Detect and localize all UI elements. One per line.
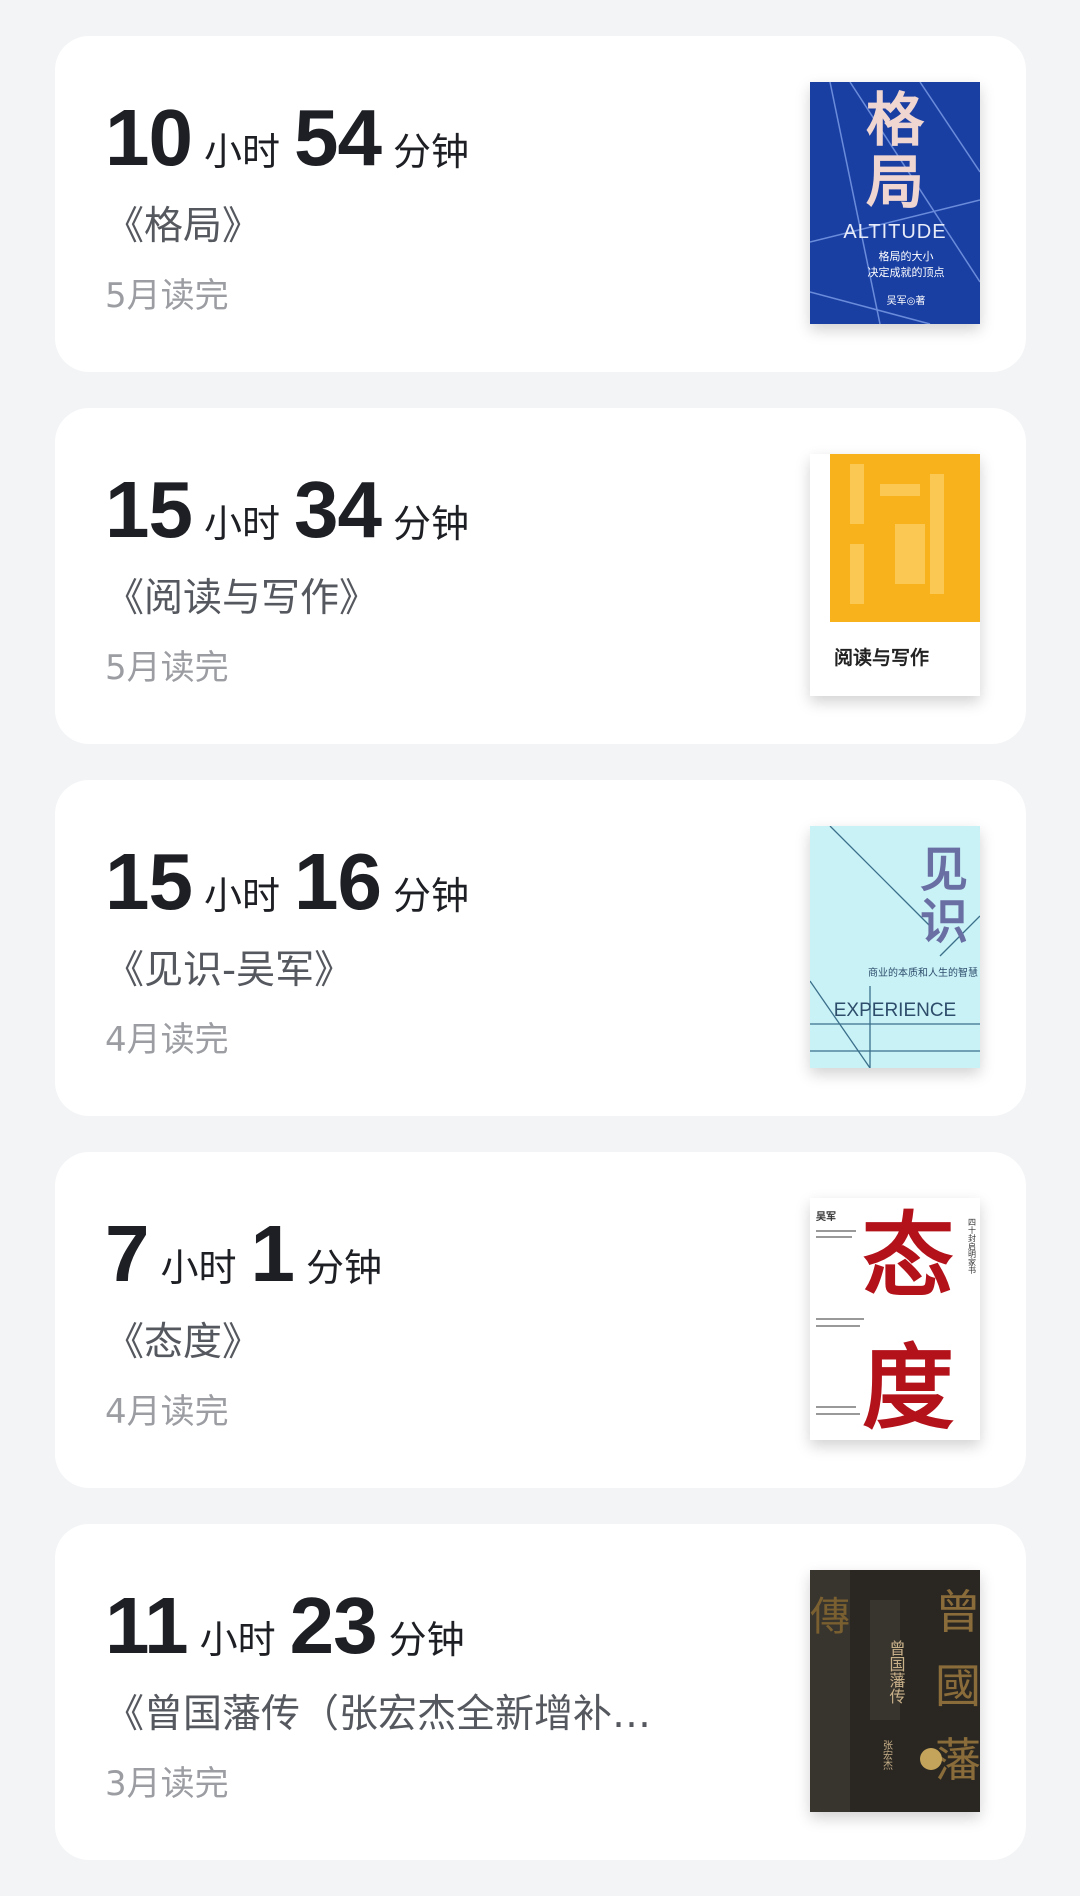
hours-value: 10	[105, 93, 193, 182]
book-card[interactable]: 7 小时 1 分钟 《态度》 4月读完 吴军 态 度 四十封启明家书	[55, 1152, 1026, 1488]
book-title: 《格局》	[105, 204, 262, 249]
book-title: 《见识-吴军》	[105, 948, 354, 993]
reading-duration: 10 小时 54 分钟	[105, 98, 469, 178]
hours-value: 7	[105, 1209, 149, 1298]
minutes-value: 54	[294, 93, 382, 182]
minutes-unit: 分钟	[392, 502, 469, 546]
finished-date: 4月读完	[105, 1020, 229, 1060]
hours-value: 15	[105, 465, 193, 554]
minutes-unit: 分钟	[392, 874, 469, 918]
cover-vertical-title: 曾国藩传	[887, 1640, 906, 1704]
cover-title-top: 见	[920, 842, 968, 898]
book-cover[interactable]: 阅读与写作	[810, 454, 980, 696]
finished-date: 5月读完	[105, 648, 229, 688]
finished-date: 5月读完	[105, 276, 229, 316]
cover-side-text: 四十封启明家书	[968, 1218, 977, 1275]
book-cover[interactable]: 格 局 ALTITUDE 格局的大小 决定成就的顶点 吴军◎著	[810, 82, 980, 324]
book-title: 《阅读与写作》	[105, 576, 379, 621]
cover-title-bottom: 局	[866, 148, 924, 216]
reading-duration: 11 小时 23 分钟	[105, 1586, 465, 1666]
svg-text:傳: 傳	[810, 1594, 850, 1640]
cover-line-2: 决定成就的顶点	[868, 265, 945, 279]
cover-subtitle: EXPERIENCE	[834, 1000, 956, 1021]
book-cover[interactable]: 吴军 态 度 四十封启明家书	[810, 1198, 980, 1440]
book-title: 《态度》	[105, 1320, 262, 1365]
cover-author: 吴军◎著	[887, 294, 926, 307]
book-card[interactable]: 15 小时 16 分钟 《见识-吴军》 4月读完 见 识 商业的本质和人生的智慧	[55, 780, 1026, 1116]
reading-duration: 15 小时 16 分钟	[105, 842, 469, 922]
cover-title-bottom: 度	[862, 1334, 954, 1440]
book-card[interactable]: 11 小时 23 分钟 《曾国藩传（张宏杰全新增补版... 3月读完 曾 國 藩…	[55, 1524, 1026, 1860]
minutes-value: 16	[294, 837, 382, 926]
cover-tag: 商业的本质和人生的智慧	[868, 966, 978, 979]
hours-unit: 小时	[203, 502, 280, 546]
minutes-value: 34	[294, 465, 382, 554]
reading-list: 10 小时 54 分钟 《格局》 5月读完 格 局 ALTITUDE 格局的大小	[55, 36, 1026, 1896]
cover-label: 阅读与写作	[834, 646, 929, 669]
minutes-unit: 分钟	[306, 1246, 383, 1290]
hours-value: 11	[105, 1581, 189, 1670]
cover-subtitle: ALTITUDE	[843, 221, 946, 243]
hours-unit: 小时	[160, 1246, 237, 1290]
cover-title-top: 态	[862, 1202, 954, 1310]
cover-author: 吴军	[816, 1211, 836, 1223]
book-card[interactable]: 15 小时 34 分钟 《阅读与写作》 5月读完 阅读与写作	[55, 408, 1026, 744]
finished-date: 3月读完	[105, 1764, 229, 1804]
book-cover[interactable]: 曾 國 藩 曾国藩传 张宏杰 傳	[810, 1570, 980, 1812]
cover-author: 张宏杰	[881, 1740, 893, 1771]
cover-line-1: 格局的大小	[879, 249, 934, 263]
hours-unit: 小时	[203, 874, 280, 918]
minutes-unit: 分钟	[392, 130, 469, 174]
cover-big-char-1: 曾	[935, 1585, 980, 1639]
hours-unit: 小时	[203, 130, 280, 174]
finished-date: 4月读完	[105, 1392, 229, 1432]
book-card[interactable]: 10 小时 54 分钟 《格局》 5月读完 格 局 ALTITUDE 格局的大小	[55, 36, 1026, 372]
reading-duration: 15 小时 34 分钟	[105, 470, 469, 550]
cover-big-char-2: 國	[935, 1659, 980, 1713]
minutes-value: 1	[250, 1209, 295, 1298]
minutes-value: 23	[289, 1581, 378, 1670]
hours-value: 15	[105, 837, 193, 926]
reading-duration: 7 小时 1 分钟	[105, 1214, 382, 1294]
book-cover[interactable]: 见 识 商业的本质和人生的智慧 EXPERIENCE	[810, 826, 980, 1068]
hours-unit: 小时	[199, 1618, 276, 1662]
cover-title-top: 格	[866, 86, 925, 154]
book-title: 《曾国藩传（张宏杰全新增补版...	[105, 1692, 685, 1737]
minutes-unit: 分钟	[388, 1618, 465, 1662]
cover-title-bottom: 识	[920, 894, 968, 950]
